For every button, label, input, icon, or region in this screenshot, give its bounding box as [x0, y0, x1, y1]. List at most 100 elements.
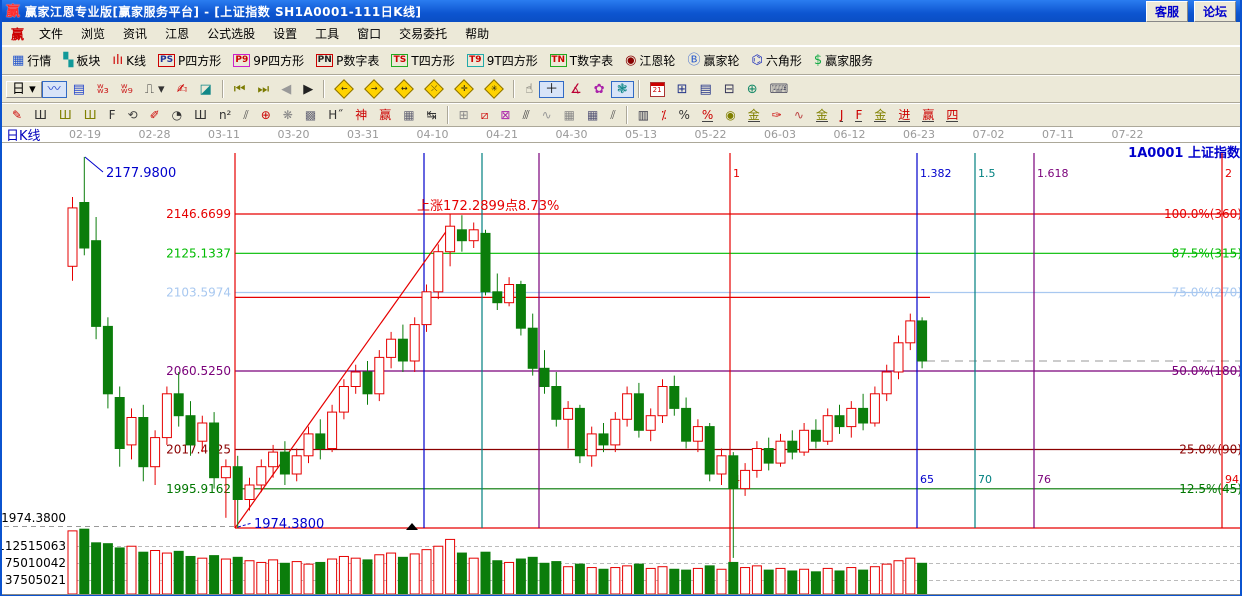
- gold-level-tool[interactable]: 金: [742, 107, 766, 124]
- percent-line-red-tool[interactable]: ⁒: [655, 107, 672, 123]
- jin-angle-tool[interactable]: 进: [892, 107, 916, 124]
- mirror-angle-tool[interactable]: ⫽: [237, 107, 254, 123]
- gold-circle-tool[interactable]: ◉: [719, 107, 741, 123]
- menu-item-5[interactable]: 设置: [264, 24, 306, 44]
- f-angle-tool[interactable]: F: [849, 107, 868, 124]
- fan-box-tool[interactable]: ⊠: [494, 107, 516, 123]
- shen-comb-tool[interactable]: 神: [349, 107, 373, 123]
- percent-retrace-tool[interactable]: %: [696, 107, 719, 124]
- grid-frame-tool[interactable]: ⊞: [453, 107, 475, 123]
- three-lines-tool[interactable]: ⫻: [516, 107, 535, 123]
- ying-comb-tool[interactable]: 赢: [373, 107, 397, 123]
- svg-text:2103.5974: 2103.5974: [166, 286, 231, 300]
- j-angle-tool[interactable]: J: [834, 107, 850, 124]
- f-comb-tool[interactable]: F: [103, 107, 122, 123]
- wave3-tool[interactable]: ʬ₃: [91, 81, 115, 98]
- angle-tool[interactable]: ∡: [564, 81, 588, 98]
- web-grid-tool[interactable]: ▩: [299, 107, 322, 123]
- info-panel-button[interactable]: ▤: [67, 81, 91, 98]
- t9-square-button[interactable]: T99T四方形: [461, 50, 544, 71]
- t-number-table-button[interactable]: TNT数字表: [544, 50, 619, 71]
- expand-h-diamond[interactable]: ↔: [389, 80, 419, 98]
- gann-pencil-tool[interactable]: ✎: [6, 107, 28, 123]
- menu-item-3[interactable]: 江恩: [156, 24, 198, 44]
- customer-service-button[interactable]: 客服: [1146, 1, 1188, 22]
- sectors-button[interactable]: ▚板块: [57, 50, 106, 71]
- network-button[interactable]: ⊕: [741, 81, 764, 98]
- menu-item-6[interactable]: 工具: [306, 24, 348, 44]
- calendar-button[interactable]: 21: [644, 80, 671, 99]
- period-day-dropdown[interactable]: 日 ▾: [6, 81, 42, 98]
- si-angle-tool[interactable]: 四: [940, 107, 964, 124]
- prev-bar-button[interactable]: ◀: [275, 81, 297, 98]
- time-comb-tool[interactable]: Ш: [28, 107, 53, 123]
- next-bar-button[interactable]: ▶: [297, 81, 319, 98]
- save-button[interactable]: ⊟: [718, 81, 741, 98]
- grid-box2-tool[interactable]: ▦: [581, 107, 604, 123]
- crosshair-tool[interactable]: ＋: [539, 81, 564, 98]
- grid-123-tool[interactable]: ▦: [397, 107, 420, 123]
- forum-button[interactable]: 论坛: [1194, 1, 1236, 22]
- kline-chart-canvas[interactable]: 02-1902-2803-1103-2003-3104-1004-2104-30…: [2, 127, 1242, 596]
- menu-item-2[interactable]: 资讯: [114, 24, 156, 44]
- calculator-button[interactable]: ⊞: [671, 81, 694, 98]
- n-square-tool[interactable]: n²: [213, 107, 237, 123]
- expand-all-diamond[interactable]: ✛: [449, 80, 479, 98]
- t-square-button[interactable]: TST四方形: [385, 50, 460, 71]
- compass-tool[interactable]: ⊕: [255, 107, 277, 123]
- spiral-tool[interactable]: ⟲: [122, 107, 144, 123]
- market-quotes-button[interactable]: ▦行情: [6, 50, 57, 71]
- p-number-table-button[interactable]: PNP数字表: [310, 50, 385, 71]
- smart-brain-tool[interactable]: ❃: [611, 81, 634, 98]
- workstation-button[interactable]: ⌨: [764, 81, 795, 98]
- shrink-all-diamond[interactable]: ✳: [479, 80, 509, 98]
- shrink-h-diamond[interactable]: ⤬: [419, 80, 449, 98]
- p-square-button[interactable]: PSP四方形: [152, 50, 227, 71]
- red-pencil-tool[interactable]: ✐: [144, 107, 166, 123]
- plain-comb-tool[interactable]: Ш: [188, 107, 213, 123]
- ying-angle-tool[interactable]: 赢: [916, 107, 940, 124]
- parallel-lines-tool[interactable]: ⫽: [604, 107, 621, 123]
- winner-wheel-button[interactable]: Ⓑ赢家轮: [681, 50, 745, 71]
- gann-red-tool[interactable]: ✍: [171, 81, 194, 98]
- shift-left-diamond[interactable]: ←: [329, 80, 359, 98]
- kline-chart-panel[interactable]: 02-1902-2803-1103-2003-3104-1004-2104-30…: [2, 127, 1240, 596]
- percent-tool[interactable]: %: [672, 107, 695, 123]
- last-bar-button[interactable]: ⏭: [252, 81, 276, 98]
- span-arrows-tool[interactable]: ↹: [421, 107, 443, 123]
- gann-web-tool[interactable]: ❋: [277, 107, 299, 123]
- gold-comb2-tool[interactable]: Ш: [78, 107, 103, 123]
- p9-square-button[interactable]: P99P四方形: [227, 50, 310, 71]
- h-mark-tool[interactable]: H˝: [322, 107, 349, 123]
- winner-service-button[interactable]: $赢家服务: [808, 50, 879, 71]
- check-lines-tool[interactable]: ∿: [536, 107, 558, 123]
- candle-style-dropdown[interactable]: ⎍ ▾: [139, 81, 171, 98]
- gold-channel-tool[interactable]: 金: [810, 107, 834, 124]
- price-flag-tool[interactable]: ✑: [766, 107, 788, 123]
- menu-item-8[interactable]: 交易委托: [390, 24, 456, 44]
- menu-item-9[interactable]: 帮助: [456, 24, 498, 44]
- menu-item-7[interactable]: 窗口: [348, 24, 390, 44]
- first-bar-button[interactable]: ⏮: [228, 81, 252, 98]
- gann-wheel-button[interactable]: ◉江恩轮: [619, 50, 681, 71]
- hexagon-button[interactable]: ⌬六角形: [745, 50, 807, 71]
- menu-item-1[interactable]: 浏览: [72, 24, 114, 44]
- color-histogram-tool[interactable]: ◪: [194, 81, 218, 98]
- gann-flower-tool[interactable]: ✿: [588, 81, 611, 98]
- gold-comb1-tool[interactable]: Ш: [53, 107, 78, 123]
- hand-tool[interactable]: ☝: [519, 81, 539, 98]
- trend-squiggle-tool[interactable]: 〰: [42, 81, 67, 98]
- shift-right-diamond[interactable]: →: [359, 80, 389, 98]
- wave9-tool[interactable]: ʬ₉: [115, 81, 139, 98]
- pn-box-icon: PN: [316, 54, 333, 67]
- gold-angle-tool[interactable]: 金: [868, 107, 892, 124]
- menu-item-0[interactable]: 文件: [30, 24, 72, 44]
- column-stats-tool[interactable]: ▥: [632, 107, 655, 123]
- menu-item-4[interactable]: 公式选股: [198, 24, 264, 44]
- kline-button[interactable]: ılıK线: [106, 50, 152, 71]
- notes-button[interactable]: ▤: [694, 81, 718, 98]
- wave-channel-tool[interactable]: ∿: [788, 107, 810, 123]
- red-fan-tool[interactable]: ⧄: [475, 107, 495, 123]
- time-clock-tool[interactable]: ◔: [166, 107, 188, 123]
- dense-grid-tool[interactable]: ▦: [558, 107, 581, 123]
